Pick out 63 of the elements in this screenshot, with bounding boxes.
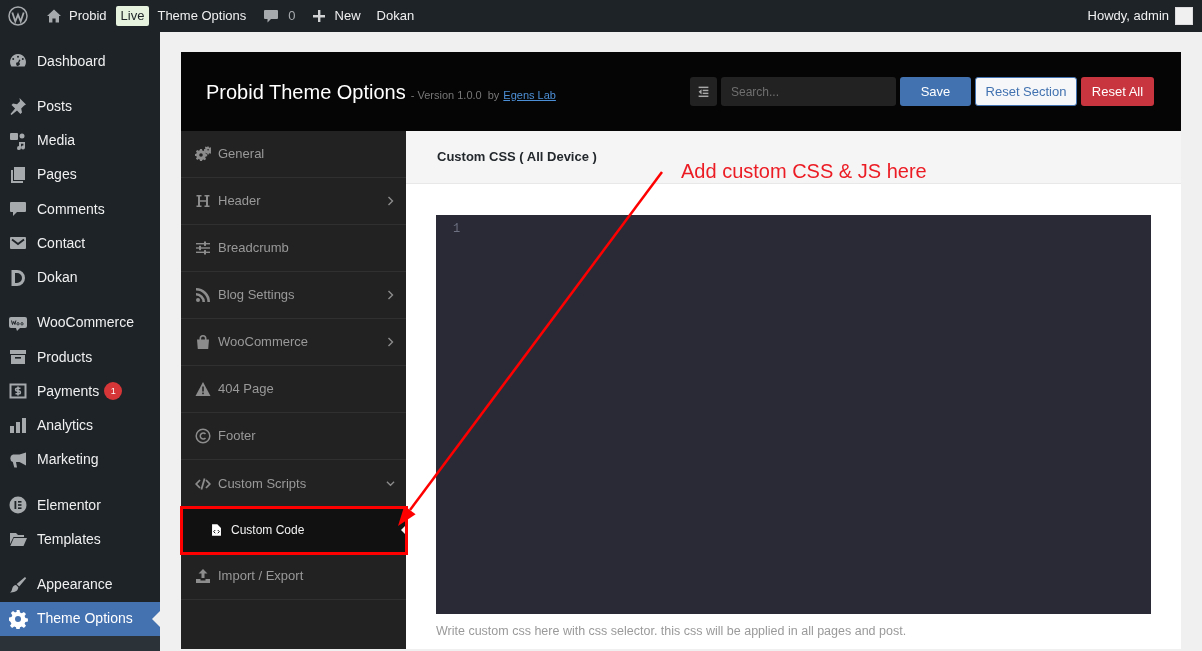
media-icon [8,130,28,151]
line-number: 1 [453,221,461,238]
live-badge: Live [115,6,150,26]
byline-text: by [487,87,500,103]
account-menu[interactable]: Howdy, admin [1087,6,1193,26]
options-subnav-item[interactable]: Custom Code [181,507,406,553]
code-file-icon [210,523,223,537]
admin-menu-item[interactable]: Appearance [0,567,160,602]
admin-menu-item[interactable]: Elementor [0,488,160,523]
gear-icon [8,608,28,629]
admin-menu-item[interactable]: Analytics [0,408,160,443]
copyright-icon [195,428,211,444]
admin-menu-item[interactable]: Pages [0,157,160,192]
admin-menu-item[interactable]: Media [0,123,160,158]
save-button[interactable]: Save [900,77,971,106]
version-text: - Version 1.0.0 [410,87,482,103]
annotation-text: Add custom CSS & JS here [681,159,927,184]
avatar-icon [1175,7,1193,25]
comments-link[interactable]: 0 [263,6,296,26]
dollar-bill-icon [8,381,28,402]
speech-bubble-icon [263,8,280,24]
pages-icon [8,164,28,185]
e-circle-icon [8,495,28,516]
shopping-bag-icon [195,334,211,350]
cogs-icon [195,146,211,162]
warning-icon [195,381,211,397]
upload-icon [195,568,211,584]
admin-menu-item[interactable]: Products [0,340,160,375]
current-pointer-icon [152,610,160,627]
rss-icon [195,287,211,303]
collapse-menu-button[interactable] [690,77,717,106]
new-content-link[interactable]: New [312,6,361,26]
reset-section-button[interactable]: Reset Section [975,77,1077,106]
admin-menu-item[interactable]: Posts [0,89,160,124]
admin-menu-item[interactable]: Payments 1 [0,374,160,409]
home-icon [46,8,62,24]
panel-title: Probid Theme Options [206,79,406,105]
heading-icon [195,193,211,209]
admin-menu-item[interactable]: Contact [0,226,160,261]
wordpress-logo-icon[interactable] [8,6,28,26]
site-link[interactable]: Probid [46,0,107,32]
sliders-icon [195,240,211,256]
code-icon [195,475,211,492]
bar-chart-icon [8,415,28,436]
admin-menu-item[interactable]: WooCommerce [0,305,160,340]
paintbrush-icon [8,574,28,595]
pushpin-icon [8,96,28,117]
admin-menu-item[interactable]: Marketing [0,442,160,477]
admin-menu-item[interactable]: Templates [0,522,160,557]
outdent-icon [697,85,710,98]
admin-bar-link[interactable]: Theme Options [157,6,247,26]
reset-all-button[interactable]: Reset All [1081,77,1154,106]
search-field[interactable]: Search... [721,77,896,106]
field-description: Write custom css here with css selector. this css will be applied in all pages and post. [436,623,908,640]
options-nav-item[interactable]: Custom Scripts [181,460,406,507]
admin-bar-link[interactable]: Dokan [376,6,415,26]
admin-menu-item[interactable]: Dashboard [0,44,160,79]
plus-icon [312,10,325,22]
admin-menu-item[interactable]: Comments [0,192,160,227]
admin-menu-item[interactable]: Dokan [0,260,160,295]
notification-badge: 1 [104,382,123,401]
admin-menu-item[interactable]: Theme Options [0,601,160,636]
author-link[interactable]: Egens Lab [503,86,556,103]
